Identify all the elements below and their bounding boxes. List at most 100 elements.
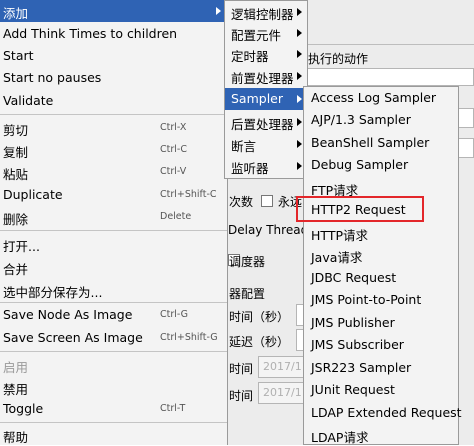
- menu-item-validate[interactable]: Validate: [0, 90, 227, 112]
- menu-item-add-think-times[interactable]: Add Think Times to children: [0, 23, 227, 45]
- submenu-arrow-icon: [297, 8, 302, 16]
- submenu-item-post-processor[interactable]: 后置处理器: [225, 111, 307, 133]
- submenu-arrow-icon: [297, 72, 302, 80]
- submenu-item-label: 逻辑控制器: [231, 7, 294, 22]
- menu-item-delete[interactable]: 删除 Delete: [0, 206, 227, 228]
- menu-item-help[interactable]: 帮助: [0, 424, 227, 446]
- menu-item-enable: 启用: [0, 354, 227, 376]
- sampler-item-label: AJP/1.3 Sampler: [311, 112, 411, 127]
- sampler-item-ldap[interactable]: LDAP请求: [304, 424, 458, 446]
- menu-item-shortcut: Ctrl-C: [160, 144, 187, 155]
- submenu-item-pre-processor[interactable]: 前置处理器: [225, 65, 307, 87]
- add-submenu: 逻辑控制器 配置元件 定时器 前置处理器 Sampler 后置处理器 断言 监听…: [224, 0, 308, 179]
- menu-item-merge[interactable]: 合并: [0, 256, 227, 278]
- action-on-error-label: 执行的动作: [308, 52, 369, 66]
- menu-item-shortcut: Ctrl-V: [160, 166, 187, 177]
- submenu-arrow-icon: [297, 29, 302, 37]
- context-menu: 添加 Add Think Times to children Start Sta…: [0, 0, 228, 445]
- menu-item-label: 打开...: [3, 239, 40, 254]
- menu-item-label: 禁用: [3, 382, 29, 397]
- sampler-item-jsr223[interactable]: JSR223 Sampler: [304, 357, 458, 379]
- sampler-item-junit[interactable]: JUnit Request: [304, 379, 458, 401]
- forever-checkbox[interactable]: [261, 195, 273, 207]
- sampler-item-jms-publisher[interactable]: JMS Publisher: [304, 312, 458, 334]
- sampler-item-jms-point-to-point[interactable]: JMS Point-to-Point: [304, 289, 458, 311]
- sampler-item-beanshell[interactable]: BeanShell Sampler: [304, 132, 458, 154]
- menu-item-label: Save Node As Image: [3, 307, 133, 322]
- menu-item-start-no-pauses[interactable]: Start no pauses: [0, 67, 227, 89]
- sampler-item-java[interactable]: Java请求: [304, 244, 458, 266]
- sampler-submenu: Access Log Sampler AJP/1.3 Sampler BeanS…: [303, 86, 462, 446]
- submenu-item-logic-controller[interactable]: 逻辑控制器: [225, 1, 307, 23]
- menu-item-open[interactable]: 打开...: [0, 233, 227, 255]
- menu-item-save-node-as-image[interactable]: Save Node As Image Ctrl-G: [0, 304, 227, 326]
- sampler-item-jdbc[interactable]: JDBC Request: [304, 267, 458, 289]
- menu-item-paste[interactable]: 粘贴 Ctrl-V: [0, 161, 227, 183]
- menu-item-duplicate[interactable]: Duplicate Ctrl+Shift-C: [0, 184, 227, 206]
- menu-item-label: Start no pauses: [3, 70, 102, 85]
- sampler-item-label: Java请求: [311, 250, 363, 265]
- menu-item-label: 帮助: [3, 430, 29, 445]
- sampler-item-ldap-extended[interactable]: LDAP Extended Request: [304, 402, 462, 424]
- menu-item-add[interactable]: 添加: [0, 0, 227, 22]
- end-time-label: 时间: [229, 389, 254, 403]
- menu-separator: [0, 351, 227, 352]
- menu-item-label: Add Think Times to children: [3, 26, 178, 41]
- ramp-up-field[interactable]: [458, 138, 474, 158]
- submenu-item-label: 监听器: [231, 161, 269, 176]
- menu-separator: [0, 114, 227, 115]
- menu-item-label: 复制: [3, 145, 29, 160]
- sampler-item-label: JMS Publisher: [311, 315, 395, 330]
- submenu-item-label: 后置处理器: [231, 117, 294, 132]
- sampler-item-label: JDBC Request: [311, 270, 397, 285]
- scheduler-config-label: 器配置: [229, 287, 266, 301]
- menu-separator: [0, 302, 227, 303]
- thread-count-field[interactable]: [458, 108, 474, 128]
- start-time-label: 时间: [229, 362, 254, 376]
- submenu-item-sampler[interactable]: Sampler: [225, 88, 307, 110]
- menu-item-label: 添加: [3, 6, 29, 21]
- submenu-item-listener[interactable]: 监听器: [225, 155, 307, 177]
- sampler-item-http[interactable]: HTTP请求: [304, 222, 458, 244]
- sampler-item-jms-subscriber[interactable]: JMS Subscriber: [304, 334, 458, 356]
- menu-item-shortcut: Ctrl+Shift-G: [160, 332, 218, 343]
- menu-item-label: Toggle: [3, 401, 44, 416]
- menu-item-shortcut: Ctrl-T: [160, 403, 186, 414]
- menu-item-shortcut: Ctrl-G: [160, 309, 189, 320]
- menu-item-shortcut: Ctrl-X: [160, 122, 187, 133]
- submenu-item-label: 定时器: [231, 49, 269, 64]
- scheduler-label: 调度器: [229, 255, 266, 269]
- start-time-field: 2017/11: [258, 356, 309, 378]
- menu-item-disable[interactable]: 禁用: [0, 376, 227, 398]
- menu-item-cut[interactable]: 剪切 Ctrl-X: [0, 117, 227, 139]
- menu-item-label: 选中部分保存为...: [3, 285, 103, 300]
- submenu-item-assertion[interactable]: 断言: [225, 133, 307, 155]
- menu-item-label: Duplicate: [3, 187, 63, 202]
- submenu-item-label: Sampler: [231, 91, 284, 106]
- action-field[interactable]: [300, 68, 474, 86]
- menu-item-label: Save Screen As Image: [3, 330, 143, 345]
- menu-item-label: 合并: [3, 262, 29, 277]
- sampler-item-label: JMS Point-to-Point: [311, 292, 422, 307]
- menu-item-label: 删除: [3, 212, 29, 227]
- menu-item-label: Start: [3, 48, 34, 63]
- submenu-item-timer[interactable]: 定时器: [225, 43, 307, 65]
- menu-item-copy[interactable]: 复制 Ctrl-C: [0, 139, 227, 161]
- submenu-item-label: 断言: [231, 139, 257, 154]
- menu-item-save-screen-as-image[interactable]: Save Screen As Image Ctrl+Shift-G: [0, 327, 227, 349]
- submenu-item-config-element[interactable]: 配置元件: [225, 22, 307, 44]
- submenu-arrow-icon: [297, 50, 302, 58]
- annotation-highlight-box: [296, 196, 424, 222]
- section-divider: [300, 44, 474, 45]
- sampler-item-ajp[interactable]: AJP/1.3 Sampler: [304, 109, 458, 131]
- menu-item-save-selection-as[interactable]: 选中部分保存为...: [0, 279, 227, 301]
- submenu-item-label: 配置元件: [231, 28, 282, 43]
- sampler-item-label: JUnit Request: [311, 382, 395, 397]
- startup-delay-label: 延迟（秒）: [229, 335, 290, 349]
- menu-item-start[interactable]: Start: [0, 45, 227, 67]
- sampler-item-debug[interactable]: Debug Sampler: [304, 154, 458, 176]
- submenu-arrow-icon: [297, 118, 302, 126]
- menu-item-toggle[interactable]: Toggle Ctrl-T: [0, 398, 227, 420]
- sampler-item-access-log[interactable]: Access Log Sampler: [304, 87, 458, 109]
- sampler-item-label: HTTP请求: [311, 228, 368, 243]
